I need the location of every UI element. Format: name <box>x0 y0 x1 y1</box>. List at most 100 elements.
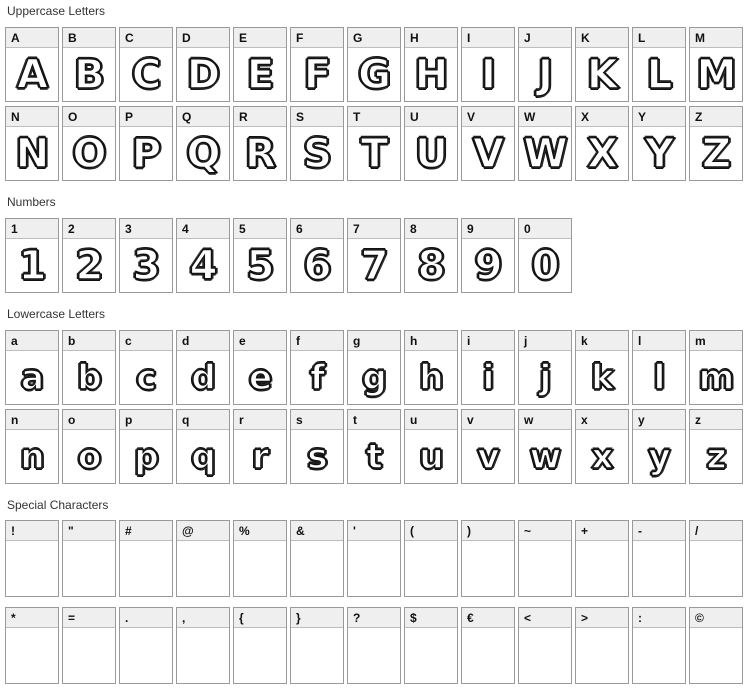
glyph-cell-label: X <box>576 107 628 127</box>
glyph-preview: 9 <box>462 239 514 292</box>
glyph-preview: s <box>291 430 343 483</box>
glyph-preview: q <box>177 430 229 483</box>
glyph-cell: . <box>119 607 173 684</box>
section-title-special: Special Characters <box>7 498 109 512</box>
glyph-cell-label: t <box>348 410 400 430</box>
glyph-cell-label: / <box>690 521 742 541</box>
glyph-preview: 0 <box>519 239 571 292</box>
glyph-preview-char: I <box>480 51 496 98</box>
glyph-cell-label: j <box>519 331 571 351</box>
glyph-cell: uu <box>404 409 458 484</box>
glyph-preview: X <box>576 127 628 180</box>
glyph-cell-label: v <box>462 410 514 430</box>
glyph-preview-char: e <box>248 357 272 398</box>
glyph-preview-char: l <box>653 357 666 398</box>
glyph-preview-char: 0 <box>531 242 560 289</box>
glyph-cell: 33 <box>119 218 173 293</box>
glyph-preview: F <box>291 48 343 101</box>
glyph-cell: 44 <box>176 218 230 293</box>
glyph-cell-label: i <box>462 331 514 351</box>
glyph-cell: MM <box>689 27 743 102</box>
glyph-cell-label: N <box>6 107 58 127</box>
glyph-preview: 2 <box>63 239 115 292</box>
glyph-preview-char: F <box>303 51 332 98</box>
glyph-cell: 88 <box>404 218 458 293</box>
glyph-cell-label: > <box>576 608 628 628</box>
glyph-preview-char: U <box>415 130 449 177</box>
glyph-cell: kk <box>575 330 629 405</box>
glyph-preview-char: P <box>131 130 162 177</box>
glyph-cell: 66 <box>290 218 344 293</box>
glyph-preview: G <box>348 48 400 101</box>
glyph-cell: ii <box>461 330 515 405</box>
glyph-preview: S <box>291 127 343 180</box>
glyph-preview: A <box>6 48 58 101</box>
glyph-cell-label: * <box>6 608 58 628</box>
section-title-uppercase: Uppercase Letters <box>7 4 106 18</box>
glyph-cell-label: 7 <box>348 219 400 239</box>
glyph-preview-char: v <box>477 436 501 477</box>
glyph-cell-label: m <box>690 331 742 351</box>
glyph-cell: ~ <box>518 520 572 597</box>
glyph-cell-label: K <box>576 28 628 48</box>
glyph-cell: yy <box>632 409 686 484</box>
glyph-cell-label: A <box>6 28 58 48</box>
glyph-cell-label: R <box>234 107 286 127</box>
glyph-cell-label: V <box>462 107 514 127</box>
glyph-cell-label: E <box>234 28 286 48</box>
glyph-cell-label: e <box>234 331 286 351</box>
glyph-preview: C <box>120 48 172 101</box>
glyph-cell: RR <box>233 106 287 181</box>
glyph-cell-label: B <box>63 28 115 48</box>
glyph-preview-char: Y <box>644 130 674 177</box>
glyph-preview-char: g <box>362 357 388 398</box>
glyph-cell-label: Z <box>690 107 742 127</box>
glyph-cell-label: n <box>6 410 58 430</box>
glyph-cell: oo <box>62 409 116 484</box>
glyph-cell-label: = <box>63 608 115 628</box>
glyph-cell-label: © <box>690 608 742 628</box>
glyph-cell-label: O <box>63 107 115 127</box>
glyph-preview: u <box>405 430 457 483</box>
glyph-preview-char: D <box>186 51 221 98</box>
glyph-preview-char: n <box>20 436 46 477</box>
glyph-cell-label: J <box>519 28 571 48</box>
glyph-preview: W <box>519 127 571 180</box>
glyph-cell-label: C <box>120 28 172 48</box>
glyph-preview: V <box>462 127 514 180</box>
glyph-cell-label: a <box>6 331 58 351</box>
glyph-preview-char: 7 <box>360 242 389 289</box>
glyph-cell: LL <box>632 27 686 102</box>
glyph-cell: ZZ <box>689 106 743 181</box>
glyph-cell: hh <box>404 330 458 405</box>
glyph-cell: SS <box>290 106 344 181</box>
glyph-preview-char: V <box>472 130 504 177</box>
glyph-preview-char: a <box>20 357 44 398</box>
glyph-preview: Y <box>633 127 685 180</box>
glyph-preview-char: r <box>251 436 269 477</box>
glyph-cell-label: y <box>633 410 685 430</box>
glyph-cell-label: 0 <box>519 219 571 239</box>
glyph-preview-char: Z <box>701 130 731 177</box>
glyph-preview-char: 3 <box>132 242 161 289</box>
glyph-cell: © <box>689 607 743 684</box>
glyph-cell-label: 6 <box>291 219 343 239</box>
glyph-preview-char: 1 <box>18 242 47 289</box>
glyph-cell: QQ <box>176 106 230 181</box>
glyph-preview-char: x <box>591 436 614 477</box>
glyph-cell: FF <box>290 27 344 102</box>
glyph-cell: NN <box>5 106 59 181</box>
glyph-cell-label: W <box>519 107 571 127</box>
glyph-preview: 3 <box>120 239 172 292</box>
glyph-cell-label: $ <box>405 608 457 628</box>
glyph-preview: L <box>633 48 685 101</box>
glyph-cell: + <box>575 520 629 597</box>
glyph-cell-label: - <box>633 521 685 541</box>
glyph-preview: x <box>576 430 628 483</box>
glyph-preview: f <box>291 351 343 404</box>
glyph-preview: 4 <box>177 239 229 292</box>
glyph-preview: 5 <box>234 239 286 292</box>
glyph-cell: ee <box>233 330 287 405</box>
glyph-cell-label: I <box>462 28 514 48</box>
glyph-cell: ' <box>347 520 401 597</box>
